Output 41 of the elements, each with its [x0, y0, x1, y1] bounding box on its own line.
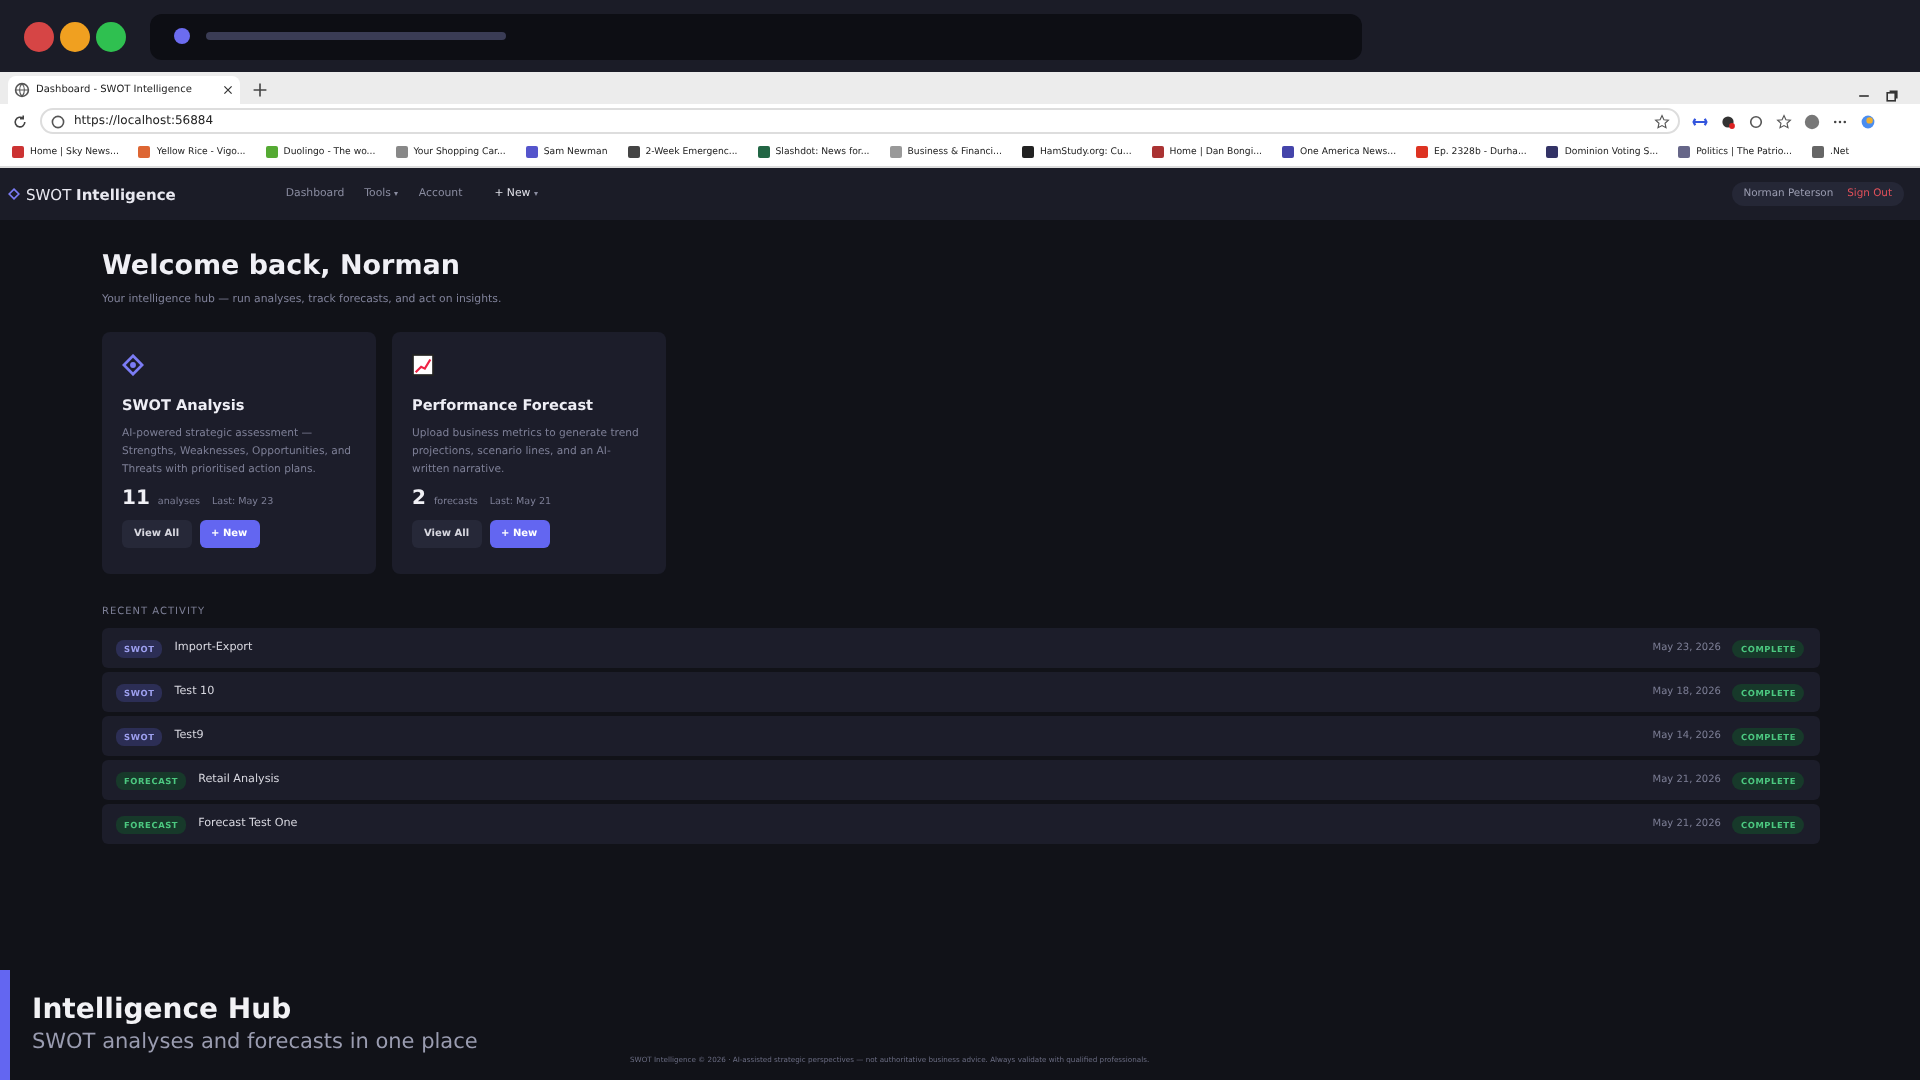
maximize-dot-icon — [96, 21, 126, 51]
extension-icon[interactable] — [1692, 113, 1708, 129]
bookmark-icon — [138, 146, 151, 158]
bookmark-icon — [395, 146, 408, 158]
bookmark-icon — [12, 146, 24, 158]
diamond-icon — [122, 354, 144, 376]
bookmark-icon — [1021, 146, 1034, 158]
bookmark-icon — [525, 146, 538, 158]
bookmark-icon — [1546, 146, 1559, 158]
bookmark-icon — [1678, 146, 1691, 158]
caret-icon — [394, 192, 399, 196]
diamond-icon — [8, 188, 20, 200]
close-icon[interactable] — [222, 84, 234, 96]
bookmark-icon — [265, 146, 278, 158]
globe-icon — [14, 82, 30, 98]
bookmark-icon — [1416, 146, 1429, 158]
count-value: 2 — [412, 488, 426, 510]
restore-icon[interactable] — [1884, 88, 1900, 104]
count-value: 11 — [122, 488, 150, 510]
bookmark-icon — [1282, 146, 1295, 158]
copilot-icon[interactable] — [1860, 113, 1876, 129]
reload-icon[interactable] — [12, 113, 28, 129]
chart-icon — [412, 354, 434, 376]
minimize-dot-icon — [60, 21, 90, 51]
star-icon[interactable] — [1654, 113, 1670, 129]
bookmark-icon — [757, 146, 770, 158]
info-icon — [50, 113, 66, 129]
new-tab-icon[interactable] — [252, 82, 268, 98]
caption-subtitle: SWOT analyses and forecasts in one place — [32, 1030, 480, 1054]
avatar-icon[interactable] — [1804, 113, 1820, 129]
page-heading: Welcome back, Norman — [102, 250, 462, 282]
favorites-icon[interactable] — [1776, 113, 1792, 129]
bookmark-icon — [1811, 146, 1824, 158]
extension-icon[interactable] — [1720, 113, 1736, 129]
caret-icon — [534, 192, 539, 196]
bookmark-icon — [1151, 146, 1164, 158]
extension-icon[interactable] — [1748, 113, 1764, 129]
close-dot-icon — [24, 21, 54, 51]
caption-title: Intelligence Hub — [32, 994, 294, 1026]
bookmark-icon — [889, 146, 902, 158]
bookmark-icon — [627, 146, 640, 158]
